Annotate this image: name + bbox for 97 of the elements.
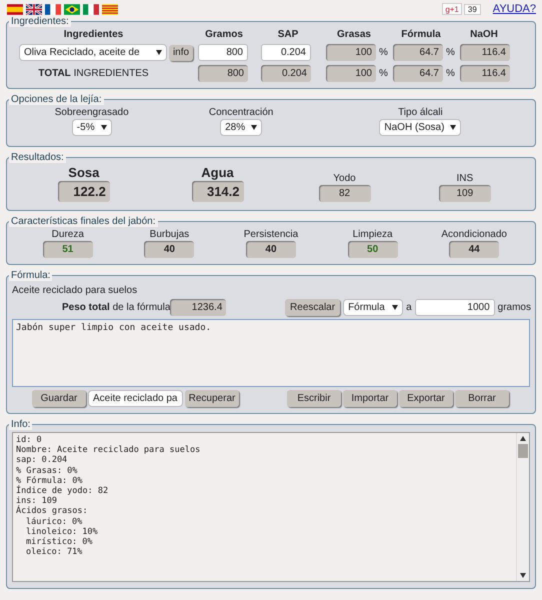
save-button[interactable]: Guardar [32, 390, 86, 407]
option-select[interactable]: 28% [220, 119, 262, 136]
info-line: Nombre: Aceite reciclado para suelos [16, 445, 202, 456]
notes-textarea[interactable]: Jabón super limpio con aceite usado. [12, 319, 530, 387]
action-button[interactable]: Borrar [455, 390, 509, 407]
info-line: Ácidos grasos: [16, 506, 89, 517]
action-button[interactable]: Exportar [399, 390, 453, 407]
info-line: mirístico: 0% [25, 537, 94, 548]
total-weight-label: Peso total de la fórmula [62, 302, 170, 313]
output-field: 100 [326, 44, 376, 61]
caret-icon [392, 305, 398, 310]
help-link[interactable]: AYUDA? [492, 3, 536, 15]
info-line: ins: 109 [16, 496, 58, 506]
output-field: 800 [198, 65, 248, 82]
total-label: TOTAL INGREDIENTES [38, 68, 150, 79]
characteristic-label: Acondicionado [441, 229, 507, 240]
unit-label: gramos [498, 302, 531, 313]
info-textarea[interactable]: id: 0 Nombre: Aceite reciclado para suelos sap: 0.204 % Grasas: 0% % Fórmula: 0% Índice de yodo: 82 ins: 109 Ácidos grasos: láurico: 0% linoleico: 10% mirístico: 0% oleico: 71% [12, 432, 530, 582]
share-count: 39 [464, 4, 481, 14]
formula-name: Aceite reciclado para suelos [12, 285, 138, 296]
column-header: NaOH [469, 29, 499, 40]
info-line: Índice de yodo: 82 [16, 486, 110, 496]
result-value: 109 [438, 185, 491, 202]
column-header: SAP [276, 29, 300, 40]
caret-icon [450, 125, 456, 130]
option-select[interactable]: NaOH (Sosa) [379, 119, 462, 136]
option-select[interactable]: -5% [72, 119, 112, 136]
option-label: Tipo álcali [398, 107, 443, 118]
panel-title: Fórmula: [9, 270, 52, 281]
panel-title: Info: [9, 419, 32, 430]
scrollbar[interactable] [516, 433, 529, 581]
result-label: Sosa [68, 165, 100, 180]
unit-label: % [379, 47, 388, 58]
info-line: sap: 0.204 [16, 455, 68, 466]
output-field: 116.4 [460, 65, 510, 82]
panel-title: Ingredientes: [9, 16, 71, 27]
load-button[interactable]: Recuperar [185, 390, 239, 407]
number-input[interactable]: 1000 [414, 299, 495, 316]
to-label: a [406, 302, 412, 313]
characteristic-value: 51 [42, 241, 93, 258]
result-label: INS [456, 173, 474, 184]
rescale-button[interactable]: Reescalar [285, 299, 340, 316]
characteristic-label: Dureza [52, 229, 84, 240]
info-line: oleico: 71% [25, 547, 84, 558]
flag-icon[interactable] [45, 4, 61, 14]
action-button[interactable]: Importar [343, 390, 397, 407]
output-field: 0.204 [261, 65, 311, 82]
caret-icon [100, 125, 107, 130]
scroll-up-icon[interactable] [520, 436, 526, 441]
characteristic-label: Burbujas [150, 229, 190, 240]
saved-formula-select[interactable]: Aceite reciclado pa [88, 390, 183, 407]
ingredient-select[interactable]: Oliva Reciclado, aceite de [18, 44, 167, 61]
characteristic-value: 40 [246, 241, 296, 258]
panel-title: Características finales del jabón: [9, 216, 158, 227]
result-label: Yodo [333, 173, 356, 184]
info-button[interactable]: info [168, 44, 194, 60]
unit-label: % [446, 47, 455, 58]
result-value: 122.2 [58, 181, 110, 202]
info-line: linoleico: 10% [25, 526, 99, 537]
characteristic-label: Persistencia [244, 229, 298, 240]
result-value: 314.2 [192, 181, 244, 202]
output-field: 1236.4 [170, 299, 226, 316]
panel-title: Opciones de la lejía: [9, 94, 104, 105]
number-input[interactable]: 800 [198, 44, 248, 61]
info-line: id: 0 [16, 435, 43, 446]
column-header: Grasas [336, 29, 372, 40]
column-header: Fórmula [400, 29, 442, 40]
option-label: Sobreengrasado [54, 107, 129, 118]
panel-title: Resultados: [9, 152, 66, 163]
info-line: % Fórmula: 0% [16, 476, 84, 486]
output-field: 64.7 [393, 65, 443, 82]
output-field: 100 [326, 65, 376, 82]
info-line: láurico: 0% [25, 516, 84, 527]
output-field: 64.7 [393, 44, 443, 61]
characteristic-label: Limpieza [352, 229, 393, 240]
output-field: 116.4 [460, 44, 510, 61]
caret-icon [251, 125, 258, 130]
column-header: Gramos [204, 29, 244, 40]
unit-label: % [446, 68, 455, 79]
scrollbar-thumb[interactable] [518, 444, 528, 458]
scroll-down-icon[interactable] [520, 573, 526, 578]
unit-label: % [379, 68, 388, 79]
characteristic-value: 44 [449, 241, 500, 258]
number-input[interactable]: 0.204 [261, 44, 311, 61]
caret-icon [156, 50, 162, 55]
column-header: Ingredientes [62, 29, 124, 40]
action-button[interactable]: Escribir [287, 390, 341, 407]
flag-icon[interactable] [64, 4, 80, 14]
share-button[interactable]: g+1 [442, 3, 462, 15]
result-value: 82 [318, 185, 371, 202]
flag-icon[interactable] [26, 4, 42, 14]
characteristic-value: 40 [144, 241, 194, 258]
characteristic-value: 50 [348, 241, 398, 258]
result-label: Agua [201, 165, 234, 180]
rescale-select[interactable]: Fórmula [343, 299, 404, 316]
info-line: % Grasas: 0% [16, 466, 78, 476]
option-label: Concentración [208, 107, 274, 118]
